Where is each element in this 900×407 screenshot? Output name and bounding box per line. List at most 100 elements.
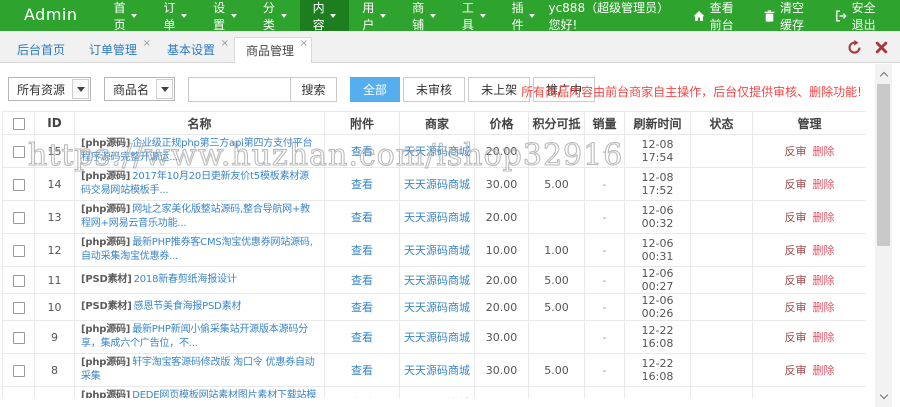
points-cell: 5.00: [528, 167, 585, 201]
row-checkbox[interactable]: [12, 244, 25, 257]
tab-close-icon[interactable]: ×: [300, 39, 308, 49]
view-attachment-link[interactable]: 查看: [351, 331, 373, 344]
tab-close-icon[interactable]: ×: [221, 39, 229, 49]
nav-item[interactable]: 工具: [449, 0, 499, 32]
select-all-checkbox[interactable]: [12, 117, 25, 130]
search-field-select[interactable]: 商品名: [104, 77, 176, 101]
reject-review-link[interactable]: 反审: [785, 145, 807, 158]
delete-link[interactable]: 删除: [813, 178, 835, 191]
row-checkbox[interactable]: [12, 145, 25, 158]
product-name-link[interactable]: 2018新春剪纸海报设计: [134, 274, 237, 285]
delete-link[interactable]: 删除: [813, 364, 835, 377]
resource-type-select[interactable]: 所有资源: [8, 77, 92, 101]
points-cell: [528, 386, 585, 398]
price-cell: 30.00: [474, 167, 529, 201]
tab-label: 后台首页: [17, 43, 66, 57]
view-attachment-link[interactable]: 查看: [351, 145, 373, 158]
row-id: 8: [34, 353, 75, 387]
delete-link[interactable]: 删除: [813, 301, 835, 314]
refresh-button[interactable]: [847, 40, 862, 55]
tab-close-icon[interactable]: ×: [143, 39, 151, 49]
tab-item[interactable]: 基本设置 ×: [156, 38, 232, 63]
delete-link[interactable]: 删除: [813, 331, 835, 344]
user-greeting: yc888（超级管理员）您好!: [548, 0, 664, 32]
scroll-down-arrow[interactable]: [875, 389, 892, 404]
manage-cell: 反审 删除: [752, 266, 866, 294]
nav-item[interactable]: 插件: [499, 0, 549, 32]
view-attachment-link[interactable]: 查看: [351, 178, 373, 191]
tab-item[interactable]: 订单管理 ×: [78, 38, 154, 63]
product-tag: [php源码]: [81, 237, 131, 248]
nav-item[interactable]: 分类: [250, 0, 300, 32]
products-table-container: ID 名称 附件 商家 价格 积分可抵 销量 刷新时间 状态 管理 15 [php源码] 企业级正规…: [2, 111, 866, 398]
view-attachment-link[interactable]: 查看: [351, 274, 373, 287]
delete-link[interactable]: 删除: [813, 244, 835, 257]
scroll-up-arrow[interactable]: [875, 67, 892, 82]
search-button[interactable]: 搜索: [290, 77, 338, 102]
merchant-link[interactable]: 天天源码商城: [404, 145, 470, 158]
row-checkbox[interactable]: [12, 331, 25, 344]
view-attachment-link[interactable]: 查看: [351, 211, 373, 224]
reject-review-link[interactable]: 反审: [785, 301, 807, 314]
tab-item[interactable]: 后台首页: [6, 38, 76, 63]
product-name-link[interactable]: 感恩节美食海报PSD素材: [134, 301, 242, 312]
points-cell: [528, 320, 585, 354]
merchant-link[interactable]: 天天源码商城: [404, 178, 470, 191]
status-filter-button[interactable]: 未审核: [403, 77, 466, 102]
points-cell: 5.00: [528, 353, 585, 387]
nav-item[interactable]: 用户: [349, 0, 399, 32]
view-attachment-link[interactable]: 查看: [351, 397, 373, 398]
reject-review-link[interactable]: 反审: [785, 364, 807, 377]
merchant-link[interactable]: 天天源码商城: [404, 274, 470, 287]
nav-item[interactable]: 商铺: [399, 0, 449, 32]
nav-item[interactable]: 订单: [150, 0, 200, 32]
reject-review-link[interactable]: 反审: [785, 178, 807, 191]
merchant-link[interactable]: 天天源码商城: [404, 301, 470, 314]
row-checkbox[interactable]: [12, 274, 25, 287]
delete-link[interactable]: 删除: [813, 145, 835, 158]
view-attachment-link[interactable]: 查看: [351, 301, 373, 314]
delete-link[interactable]: 删除: [813, 274, 835, 287]
row-checkbox[interactable]: [12, 397, 25, 398]
search-input[interactable]: [188, 77, 291, 102]
tab-bar: 后台首页 订单管理 × 基本设置 × 商品管理 ×: [0, 31, 900, 63]
manage-cell: 反审 删除: [752, 167, 866, 201]
row-select-cell: [2, 266, 35, 294]
status-filter-button[interactable]: 全部: [350, 77, 401, 102]
close-all-button[interactable]: [875, 40, 888, 55]
row-checkbox[interactable]: [12, 211, 25, 224]
row-checkbox[interactable]: [12, 364, 25, 377]
sales-cell: -: [584, 320, 625, 354]
nav-item[interactable]: 首页: [101, 0, 151, 32]
app-brand: Admin: [24, 5, 78, 24]
merchant-link[interactable]: 天天源码商城: [404, 244, 470, 257]
vertical-scrollbar[interactable]: [875, 64, 892, 407]
header-right: yc888（超级管理员）您好! 查看前台 清空缓存 安全退出: [548, 0, 900, 33]
points-cell: 5.00: [528, 293, 585, 321]
tab-item[interactable]: 商品管理 ×: [234, 37, 313, 63]
attachment-cell: 查看: [324, 233, 400, 267]
view-attachment-link[interactable]: 查看: [351, 364, 373, 377]
header-action-button[interactable]: 查看前台: [693, 0, 742, 33]
merchant-link[interactable]: 天天源码商城: [404, 397, 470, 398]
merchant-link[interactable]: 天天源码商城: [404, 331, 470, 344]
row-checkbox[interactable]: [12, 301, 25, 314]
delete-link[interactable]: 删除: [813, 211, 835, 224]
top-header: Admin 首页 订单 设置 分类 内容 用户 商铺 工具 插件 yc888（超…: [0, 0, 900, 33]
nav-item[interactable]: 设置: [200, 0, 250, 32]
nav-item[interactable]: 内容: [299, 0, 350, 32]
reject-review-link[interactable]: 反审: [785, 331, 807, 344]
view-attachment-link[interactable]: 查看: [351, 244, 373, 257]
reject-review-link[interactable]: 反审: [785, 211, 807, 224]
reject-review-link[interactable]: 反审: [785, 274, 807, 287]
header-action-button[interactable]: 清空缓存: [764, 0, 813, 33]
merchant-link[interactable]: 天天源码商城: [404, 211, 470, 224]
merchant-link[interactable]: 天天源码商城: [404, 364, 470, 377]
header-action-label: 清空缓存: [780, 0, 805, 32]
row-checkbox[interactable]: [12, 178, 25, 191]
column-header: 状态: [690, 111, 753, 135]
status-cell: [690, 233, 753, 267]
header-action-button[interactable]: 安全退出: [835, 0, 884, 33]
scrollbar-thumb[interactable]: [877, 84, 890, 246]
reject-review-link[interactable]: 反审: [785, 244, 807, 257]
